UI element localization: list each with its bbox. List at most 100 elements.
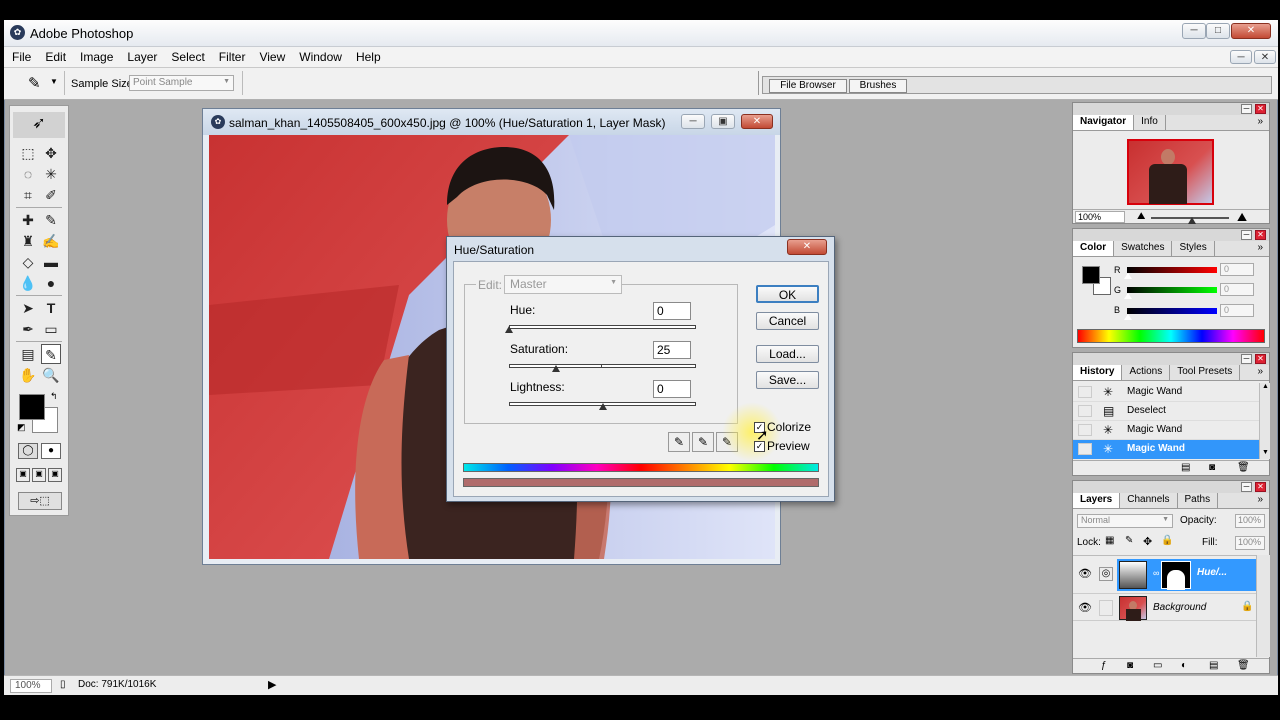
menu-layer[interactable]: Layer [119, 47, 163, 64]
colorize-label[interactable]: Colorize [767, 420, 811, 434]
lock-all-icon[interactable]: 🔒 [1161, 535, 1173, 546]
menu-edit[interactable]: Edit [37, 47, 72, 64]
scroll-down-icon[interactable]: ▼ [1262, 449, 1269, 456]
r-slider-thumb[interactable] [1124, 273, 1132, 279]
tab-paths[interactable]: Paths [1178, 493, 1219, 508]
tab-channels[interactable]: Channels [1120, 493, 1178, 508]
zoom-in-icon[interactable]: ⛰ [1237, 210, 1247, 225]
preview-label[interactable]: Preview [767, 439, 810, 453]
hue-slider-thumb[interactable] [505, 326, 513, 333]
layer-row[interactable]: 👁 Background 🔒 [1073, 593, 1256, 621]
menu-help[interactable]: Help [348, 47, 387, 64]
hand-tool-icon[interactable]: ✋ [18, 365, 38, 385]
saturation-input[interactable]: 25 [653, 341, 691, 359]
history-source-box[interactable] [1078, 405, 1092, 417]
background-layer-thumbnail[interactable] [1119, 596, 1147, 621]
doc-close-button[interactable]: ✕ [1254, 50, 1276, 64]
default-colors-icon[interactable]: ◩ [17, 422, 26, 433]
tab-history[interactable]: History [1073, 365, 1123, 380]
panel-minimize-icon[interactable]: ─ [1241, 482, 1252, 492]
new-layer-icon[interactable]: ▤ [1209, 660, 1218, 671]
add-mask-icon[interactable]: ◙ [1127, 660, 1133, 671]
tab-styles[interactable]: Styles [1172, 241, 1215, 256]
lightness-input[interactable]: 0 [653, 380, 691, 398]
hue-input[interactable]: 0 [653, 302, 691, 320]
healing-brush-tool-icon[interactable]: ✚ [18, 210, 38, 230]
status-menu-arrow-icon[interactable]: ▶ [268, 678, 276, 691]
tab-color[interactable]: Color [1073, 241, 1115, 256]
b-slider-track[interactable] [1127, 308, 1217, 314]
layer-mask-link-icon[interactable]: ◎ [1099, 567, 1113, 581]
eraser-tool-icon[interactable]: ◇ [18, 252, 38, 272]
panel-minimize-icon[interactable]: ─ [1241, 230, 1252, 240]
panel-close-icon[interactable]: ✕ [1255, 230, 1266, 240]
lock-transparency-icon[interactable]: ▦ [1105, 535, 1114, 546]
panel-close-icon[interactable]: ✕ [1255, 104, 1266, 114]
navigator-zoom-field[interactable]: 100% [1075, 211, 1125, 223]
saturation-slider-track[interactable] [509, 364, 696, 368]
notes-tool-icon[interactable]: ▤ [18, 344, 38, 364]
brushes-tab[interactable]: Brushes [849, 79, 907, 93]
type-tool-icon[interactable]: T [41, 298, 61, 318]
saturation-slider-thumb[interactable] [551, 365, 560, 372]
history-source-box[interactable] [1078, 386, 1092, 398]
g-value-field[interactable]: 0 [1220, 283, 1254, 296]
layer-link-box[interactable] [1099, 600, 1113, 616]
history-item-selected[interactable]: ✳ Magic Wand [1073, 440, 1259, 459]
trash-icon[interactable]: 🗑 [1237, 660, 1250, 671]
chevron-down-icon[interactable]: ▼ [50, 77, 58, 86]
navigator-thumbnail[interactable] [1127, 139, 1214, 205]
eye-icon[interactable]: 👁 [1078, 567, 1092, 580]
b-slider-thumb[interactable] [1124, 314, 1132, 320]
standard-screen-mode-icon[interactable]: ▣ [16, 468, 30, 482]
new-snapshot-icon[interactable]: ◙ [1209, 462, 1215, 473]
layer-name[interactable]: Background [1153, 602, 1206, 613]
maximize-button[interactable]: □ [1206, 23, 1230, 39]
quick-mask-mode-icon[interactable]: ● [41, 443, 61, 459]
sample-size-select[interactable]: Point Sample ▼ [129, 75, 234, 91]
doc-window-close-button[interactable]: ✕ [741, 114, 773, 129]
lock-image-icon[interactable]: ✎ [1125, 535, 1133, 546]
dodge-tool-icon[interactable]: ● [41, 273, 61, 293]
history-source-box[interactable] [1078, 424, 1092, 436]
marquee-tool-icon[interactable]: ⬚ [18, 143, 38, 163]
panel-minimize-icon[interactable]: ─ [1241, 354, 1252, 364]
tab-actions[interactable]: Actions [1122, 365, 1171, 380]
g-slider-thumb[interactable] [1124, 293, 1132, 299]
brush-tool-icon[interactable]: ✎ [41, 210, 61, 230]
edit-select[interactable]: Master ▼ [504, 275, 622, 294]
panel-close-icon[interactable]: ✕ [1255, 354, 1266, 364]
trash-icon[interactable]: 🗑 [1237, 462, 1250, 473]
ok-button[interactable]: OK [756, 285, 819, 303]
menu-view[interactable]: View [251, 47, 291, 64]
blur-tool-icon[interactable]: 💧 [18, 273, 38, 293]
panel-minimize-icon[interactable]: ─ [1241, 104, 1252, 114]
history-scrollbar[interactable]: ▲ ▼ [1259, 383, 1270, 459]
layer-name[interactable]: Hue/... [1197, 567, 1227, 578]
tab-tool-presets[interactable]: Tool Presets [1170, 365, 1241, 380]
opacity-field[interactable]: 100% [1235, 514, 1265, 528]
chain-link-icon[interactable]: ∞ [1153, 568, 1159, 578]
close-button[interactable]: ✕ [1231, 23, 1271, 39]
eyedropper-tool-preset-icon[interactable]: ✎ [28, 74, 41, 92]
tab-info[interactable]: Info [1134, 115, 1166, 130]
file-browser-tab[interactable]: File Browser [769, 79, 847, 93]
lock-position-icon[interactable]: ✥ [1143, 535, 1152, 548]
history-item[interactable]: ▤ Deselect [1073, 402, 1259, 421]
status-zoom-field[interactable]: 100% [10, 679, 52, 693]
eye-icon[interactable]: 👁 [1078, 601, 1092, 614]
fill-field[interactable]: 100% [1235, 536, 1265, 550]
new-set-icon[interactable]: ▭ [1153, 660, 1162, 671]
hue-slider-track[interactable] [509, 325, 696, 329]
new-document-from-state-icon[interactable]: ▤ [1181, 462, 1190, 473]
layer-style-icon[interactable]: ƒ [1101, 660, 1107, 671]
r-value-field[interactable]: 0 [1220, 263, 1254, 276]
panel-close-icon[interactable]: ✕ [1255, 482, 1266, 492]
menu-file[interactable]: File [4, 47, 37, 64]
adjustment-layer-thumbnail[interactable] [1119, 561, 1147, 589]
zoom-slider-thumb[interactable] [1188, 217, 1196, 224]
minimize-button[interactable]: ─ [1182, 23, 1206, 39]
eyedropper-tool-icon[interactable]: ✎ [41, 344, 61, 364]
magic-wand-tool-icon[interactable]: ✳ [41, 164, 61, 184]
cancel-button[interactable]: Cancel [756, 312, 819, 330]
